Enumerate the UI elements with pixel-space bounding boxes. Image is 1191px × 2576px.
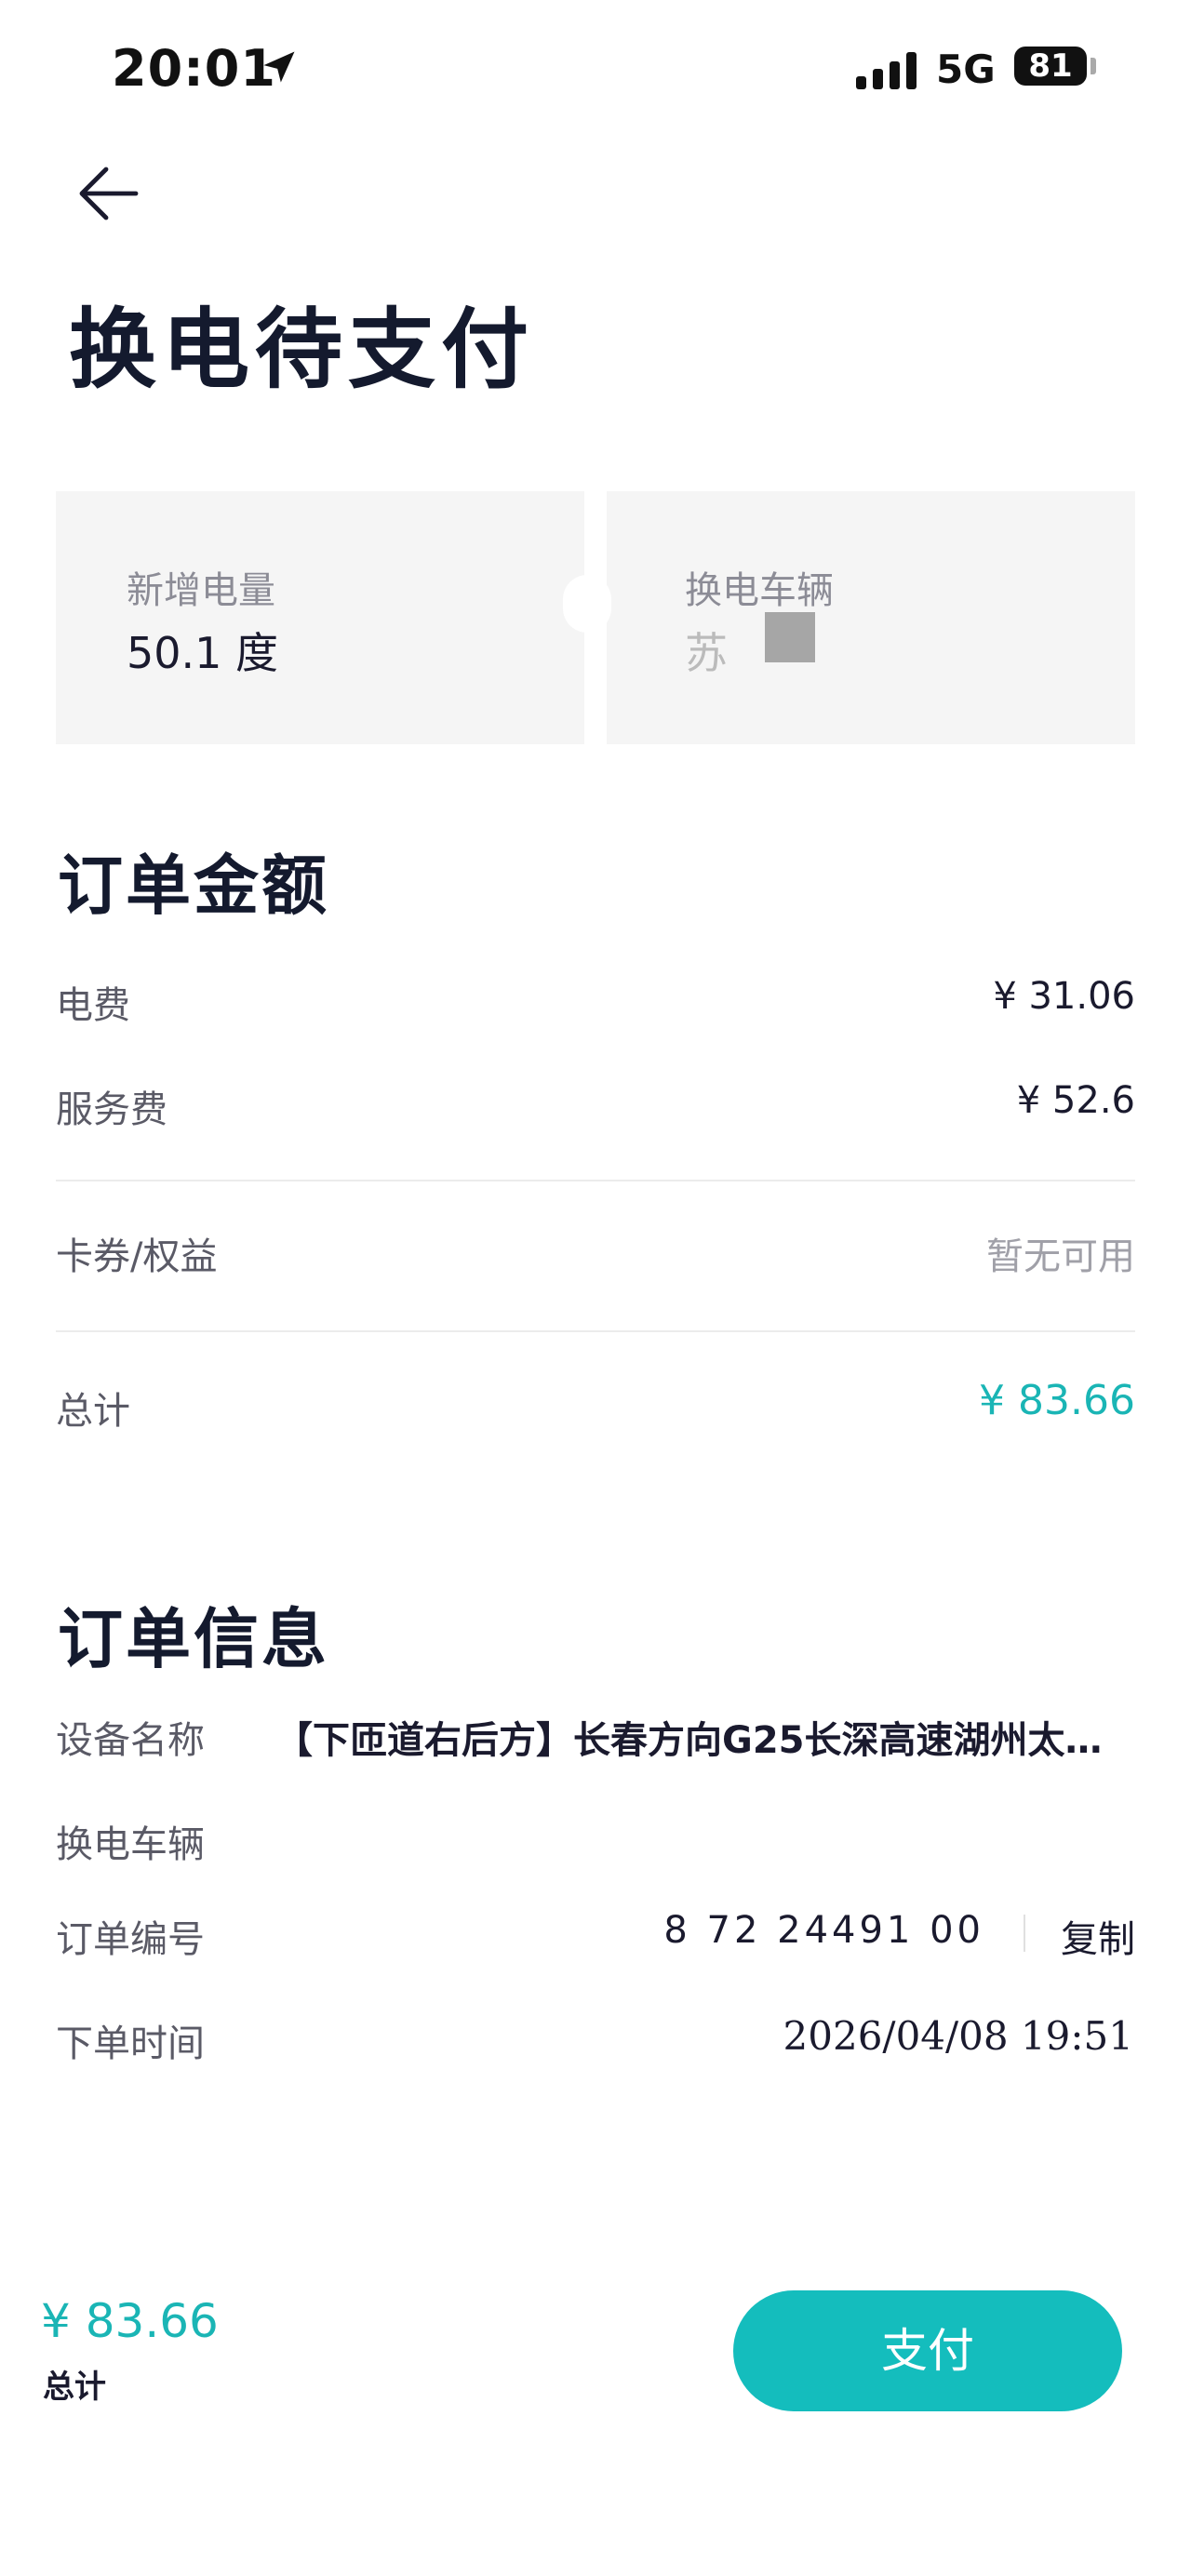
card-label-vehicle: 换电车辆: [685, 569, 834, 612]
bottom-total-label: 总计: [43, 2369, 106, 2406]
order-number-label: 订单编号: [56, 1918, 205, 1961]
device-name-value: 【下匝道右后方】长春方向G25长深高速湖州太…: [275, 1719, 1103, 1762]
card-value-vehicle: 苏: [685, 628, 728, 678]
divider: [56, 1180, 1135, 1181]
battery-icon: 81: [1014, 47, 1087, 86]
order-time-value: 2026/04/08 19:51: [783, 2013, 1133, 2059]
order-amount-title: 订单金额: [58, 848, 329, 924]
coupon-label[interactable]: 卡券/权益: [56, 1226, 217, 1280]
battery-tip: [1091, 58, 1096, 74]
divider: [56, 1330, 1135, 1332]
added-energy-card: 新增电量 50.1 度: [56, 491, 584, 744]
back-arrow-icon[interactable]: [73, 156, 147, 231]
copy-button[interactable]: 复制: [1061, 1909, 1135, 1963]
pay-button[interactable]: 支付: [733, 2290, 1122, 2411]
electricity-fee-label: 电费: [56, 984, 130, 1027]
total-value: ¥ 83.66: [979, 1377, 1135, 1424]
card-value-energy: 50.1 度: [127, 628, 279, 678]
card-notch: [563, 575, 611, 633]
vehicle-card: 换电车辆 苏: [607, 491, 1135, 744]
network-type: 5G: [936, 47, 996, 92]
service-fee-value: ¥ 52.6: [1016, 1079, 1135, 1122]
service-fee-label: 服务费: [56, 1088, 167, 1131]
order-time-label: 下单时间: [56, 2022, 205, 2065]
redaction-block: [765, 612, 815, 662]
coupon-value[interactable]: 暂无可用: [986, 1226, 1135, 1280]
card-label-energy: 新增电量: [127, 569, 275, 612]
signal-icon: [856, 48, 917, 89]
vehicle-label: 换电车辆: [56, 1823, 205, 1866]
bottom-total-amount: ¥ 83.66: [41, 2294, 219, 2348]
order-info-title: 订单信息: [58, 1601, 329, 1677]
electricity-fee-value: ¥ 31.06: [993, 975, 1135, 1018]
status-time: 20:01: [112, 39, 276, 98]
order-number-value: 8 72 24491 00: [663, 1909, 984, 1952]
total-label: 总计: [56, 1390, 130, 1433]
location-arrow-icon: [263, 51, 295, 83]
copy-separator: [1024, 1915, 1025, 1952]
device-name-label: 设备名称: [56, 1719, 205, 1762]
page-title: 换电待支付: [69, 300, 535, 401]
